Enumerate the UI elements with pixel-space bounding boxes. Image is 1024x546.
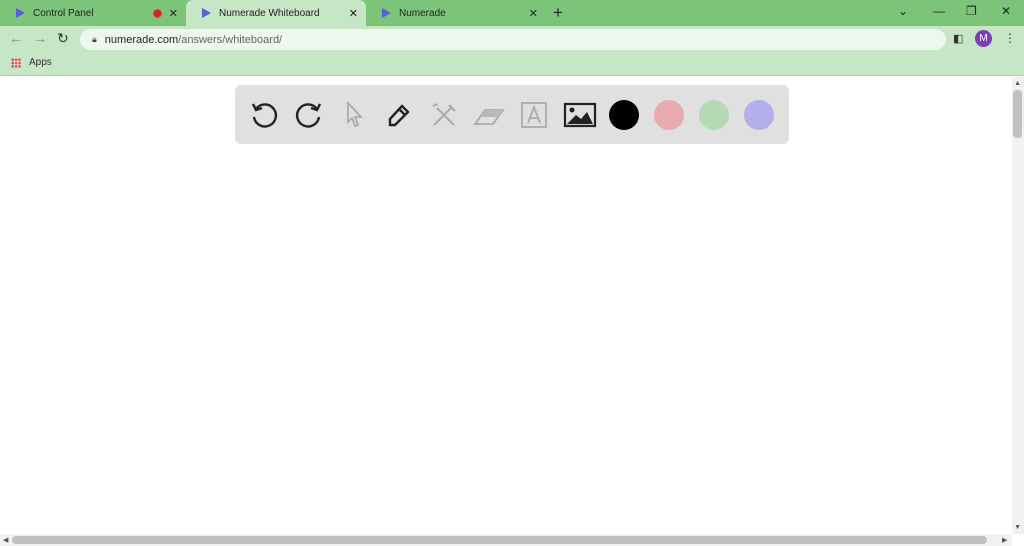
whiteboard-toolbar: [235, 85, 789, 144]
close-tab-icon[interactable]: ✕: [349, 7, 358, 20]
pen-icon: [388, 104, 410, 127]
tab-title: Numerade Whiteboard: [219, 7, 320, 19]
tools-icon: [432, 103, 456, 126]
redo-button[interactable]: [292, 98, 326, 132]
undo-icon: [251, 103, 278, 128]
tab-title: Numerade: [399, 7, 446, 19]
apps-grid-icon: [11, 57, 21, 68]
color-green-swatch[interactable]: [699, 100, 729, 130]
tab-numerade-whiteboard[interactable]: Numerade Whiteboard ✕: [186, 0, 366, 26]
close-tab-icon[interactable]: ✕: [529, 7, 538, 20]
tab-title: Control Panel: [33, 7, 94, 19]
color-pink-swatch[interactable]: [654, 100, 684, 130]
text-tool-button[interactable]: [517, 98, 551, 132]
url-path: /answers/whiteboard/: [178, 33, 283, 46]
pen-tool-button[interactable]: [382, 98, 416, 132]
shapes-tool-button[interactable]: [427, 98, 461, 132]
avatar[interactable]: M: [975, 30, 992, 47]
minimize-button[interactable]: —: [933, 4, 945, 18]
color-black-swatch[interactable]: [609, 100, 639, 130]
scroll-down-icon[interactable]: ▼: [1014, 524, 1021, 531]
tab-search-icon[interactable]: ⌄: [898, 4, 908, 18]
text-icon: [521, 102, 547, 128]
tab-bar: Control Panel ✕ Numerade Whiteboard ✕ Nu…: [0, 0, 1024, 26]
address-bar[interactable]: 🔒︎ numerade.com/answers/whiteboard/: [80, 29, 946, 50]
scroll-left-icon[interactable]: ◀: [3, 536, 8, 544]
tab-numerade[interactable]: Numerade ✕: [366, 0, 546, 26]
apps-label: Apps: [29, 57, 52, 68]
whiteboard-canvas[interactable]: [0, 77, 1012, 534]
horizontal-scroll-thumb[interactable]: [12, 536, 987, 544]
scroll-right-icon[interactable]: ▶: [1002, 536, 1007, 544]
select-tool-button[interactable]: [337, 98, 371, 132]
image-icon: [563, 102, 597, 128]
lock-icon: 🔒︎: [92, 34, 97, 44]
select-icon: [347, 100, 364, 128]
color-purple-swatch[interactable]: [744, 100, 774, 130]
side-panel-icon[interactable]: ◧: [953, 32, 963, 45]
restore-button[interactable]: ❐: [966, 4, 977, 18]
reload-button[interactable]: ↻: [57, 30, 69, 47]
eraser-icon: [473, 109, 505, 125]
bookmarks-bar: [0, 52, 1024, 76]
menu-icon[interactable]: ⋮: [1004, 31, 1016, 45]
forward-button[interactable]: →: [33, 30, 47, 46]
eraser-tool-button[interactable]: [472, 98, 506, 132]
numerade-favicon-icon: [202, 8, 211, 18]
back-button[interactable]: ←: [9, 30, 23, 46]
image-tool-button[interactable]: [563, 98, 597, 132]
tab-control-panel[interactable]: Control Panel ✕: [0, 0, 186, 26]
vertical-scroll-thumb[interactable]: [1013, 90, 1022, 138]
numerade-favicon-icon: [16, 8, 25, 18]
recording-icon: [153, 8, 162, 18]
scroll-up-icon[interactable]: ▲: [1014, 80, 1021, 87]
close-tab-icon[interactable]: ✕: [169, 7, 178, 20]
apps-bookmark[interactable]: Apps: [11, 57, 52, 68]
undo-button[interactable]: [247, 98, 281, 132]
close-window-button[interactable]: ✕: [1001, 4, 1011, 18]
vertical-scrollbar[interactable]: [1012, 77, 1024, 534]
url-host: numerade.com: [104, 33, 179, 46]
numerade-favicon-icon: [382, 8, 391, 18]
new-tab-button[interactable]: +: [553, 3, 563, 23]
redo-icon: [295, 103, 322, 128]
